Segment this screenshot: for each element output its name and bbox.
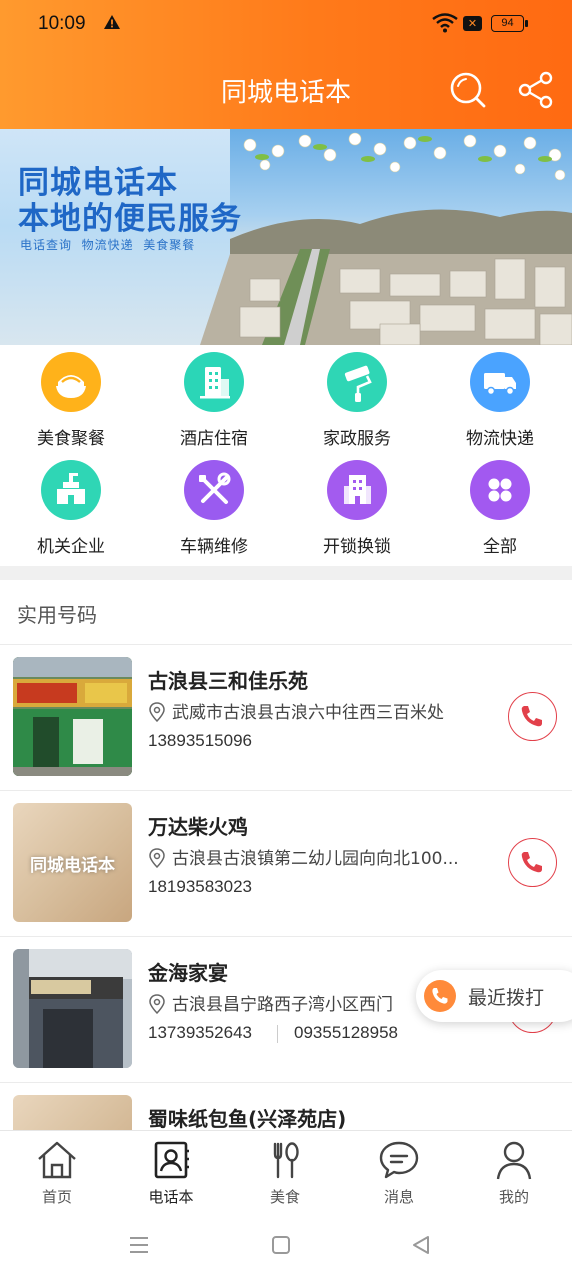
category-vehicle-repair[interactable]: 车辆维修 — [144, 460, 284, 560]
category-housekeeping[interactable]: 家政服务 — [287, 352, 427, 452]
category-label: 家政服务 — [323, 429, 391, 449]
banner-text-overlay: 同城电话本 本地的便民服务 电话查询 物流快递 美食聚餐 — [0, 129, 572, 345]
phonebook-icon — [154, 1141, 189, 1179]
address-text: 古浪县昌宁路西子湾小区西门 — [172, 995, 393, 1015]
tools-icon — [184, 460, 244, 520]
list-item[interactable]: 古浪县三和佳乐苑 武威市古浪县古浪六中往西三百米处 13893515096 — [0, 645, 572, 791]
chat-bubble-icon — [379, 1141, 419, 1179]
grid-all-icon — [470, 460, 530, 520]
call-button[interactable] — [508, 692, 557, 741]
location-pin-icon — [149, 702, 165, 723]
search-button[interactable] — [448, 70, 488, 110]
wifi-icon — [432, 13, 458, 37]
app-screen: 10:09 ✕ 94 同城电话本 同城电话本 本地的便民服务 电话查询 物流快递… — [0, 0, 572, 1280]
phone-number[interactable]: 13739352643 — [148, 1023, 252, 1043]
status-time: 10:09 — [38, 13, 86, 34]
tab-food[interactable]: 美食 — [228, 1131, 342, 1213]
category-hotel[interactable]: 酒店住宿 — [144, 352, 284, 452]
warning-icon — [103, 14, 121, 34]
section-title: 实用号码 — [17, 603, 97, 627]
listing-thumbnail: 同城电话本 — [13, 803, 132, 922]
listing-thumbnail — [13, 949, 132, 1068]
tab-label: 消息 — [383, 1188, 414, 1206]
tab-label: 首页 — [41, 1188, 72, 1206]
location-pin-icon — [149, 848, 165, 869]
phone-number[interactable]: 18193583023 — [148, 877, 252, 897]
tab-label: 电话本 — [148, 1188, 194, 1206]
banner-tagline: 电话查询 物流快递 美食聚餐 — [20, 238, 196, 252]
category-logistics[interactable]: 物流快递 — [430, 352, 570, 452]
category-label: 美食聚餐 — [37, 429, 105, 449]
listing-name: 蜀味纸包鱼(兴泽苑店) — [148, 1107, 347, 1131]
tab-label: 我的 — [498, 1188, 529, 1206]
tab-profile[interactable]: 我的 — [457, 1131, 571, 1213]
phone-number-secondary[interactable]: 09355128958 — [294, 1023, 398, 1043]
tab-phonebook[interactable]: 电话本 — [114, 1131, 228, 1213]
category-label: 车辆维修 — [180, 537, 248, 557]
app-header: 10:09 ✕ 94 同城电话本 — [0, 0, 572, 129]
phone-icon — [521, 852, 542, 873]
paint-roller-icon — [327, 352, 387, 412]
listing-thumbnail — [13, 657, 132, 776]
category-label: 物流快递 — [466, 429, 534, 449]
recent-calls-label: 最近拨打 — [468, 987, 545, 1009]
battery-icon: 94 — [491, 15, 528, 32]
status-bar: 10:09 ✕ 94 — [0, 0, 572, 52]
menu-icon[interactable] — [128, 1234, 150, 1256]
office-building-icon — [327, 460, 387, 520]
category-label: 酒店住宿 — [180, 429, 248, 449]
share-button[interactable] — [516, 70, 556, 110]
address-text: 武威市古浪县古浪六中往西三百米处 — [172, 703, 444, 723]
category-label: 开锁换锁 — [323, 537, 391, 557]
phone-icon — [521, 706, 542, 727]
address-text: 古浪县古浪镇第二幼儿园向向北100... — [172, 849, 459, 869]
thumbnail-placeholder-text: 同城电话本 — [30, 856, 115, 876]
tab-messages[interactable]: 消息 — [342, 1131, 456, 1213]
category-label: 全部 — [483, 537, 517, 557]
phone-separator — [277, 1025, 278, 1043]
listing-address: 武威市古浪县古浪六中往西三百米处 — [148, 698, 488, 723]
list-item[interactable]: 同城电话本 万达柴火鸡 古浪县古浪镇第二幼儿园向向北100... 1819358… — [0, 791, 572, 937]
category-all[interactable]: 全部 — [430, 460, 570, 560]
category-government[interactable]: 机关企业 — [1, 460, 141, 560]
listing-name: 金海家宴 — [148, 961, 228, 985]
listing-address: 古浪县古浪镇第二幼儿园向向北100... — [148, 844, 488, 869]
category-locksmith[interactable]: 开锁换锁 — [287, 460, 427, 560]
government-building-icon — [41, 460, 101, 520]
sim-off-icon: ✕ — [463, 16, 482, 31]
recent-calls-button[interactable]: 最近拨打 — [416, 970, 572, 1022]
back-icon[interactable] — [410, 1234, 432, 1256]
food-bowl-icon — [41, 352, 101, 412]
search-icon — [450, 72, 486, 108]
tab-label: 美食 — [269, 1188, 300, 1206]
phone-number[interactable]: 13893515096 — [148, 731, 252, 751]
bottom-tab-bar: 首页 电话本 美食 消息 我的 — [0, 1130, 572, 1212]
listing-name: 万达柴火鸡 — [148, 815, 248, 839]
user-icon — [496, 1141, 532, 1180]
share-icon — [518, 71, 553, 109]
fork-spoon-icon — [273, 1142, 299, 1179]
truck-icon — [470, 352, 530, 412]
phone-icon — [424, 980, 456, 1012]
listing-name: 古浪县三和佳乐苑 — [148, 669, 308, 693]
tab-home[interactable]: 首页 — [0, 1131, 114, 1213]
banner-headline-2: 本地的便民服务 — [18, 201, 242, 237]
system-nav-bar — [0, 1212, 572, 1280]
category-food[interactable]: 美食聚餐 — [1, 352, 141, 452]
home-icon — [38, 1141, 76, 1179]
home-square-icon[interactable] — [270, 1234, 292, 1256]
call-button[interactable] — [508, 838, 557, 887]
location-pin-icon — [149, 994, 165, 1015]
section-divider — [0, 566, 572, 580]
category-label: 机关企业 — [37, 537, 105, 557]
hotel-building-icon — [184, 352, 244, 412]
